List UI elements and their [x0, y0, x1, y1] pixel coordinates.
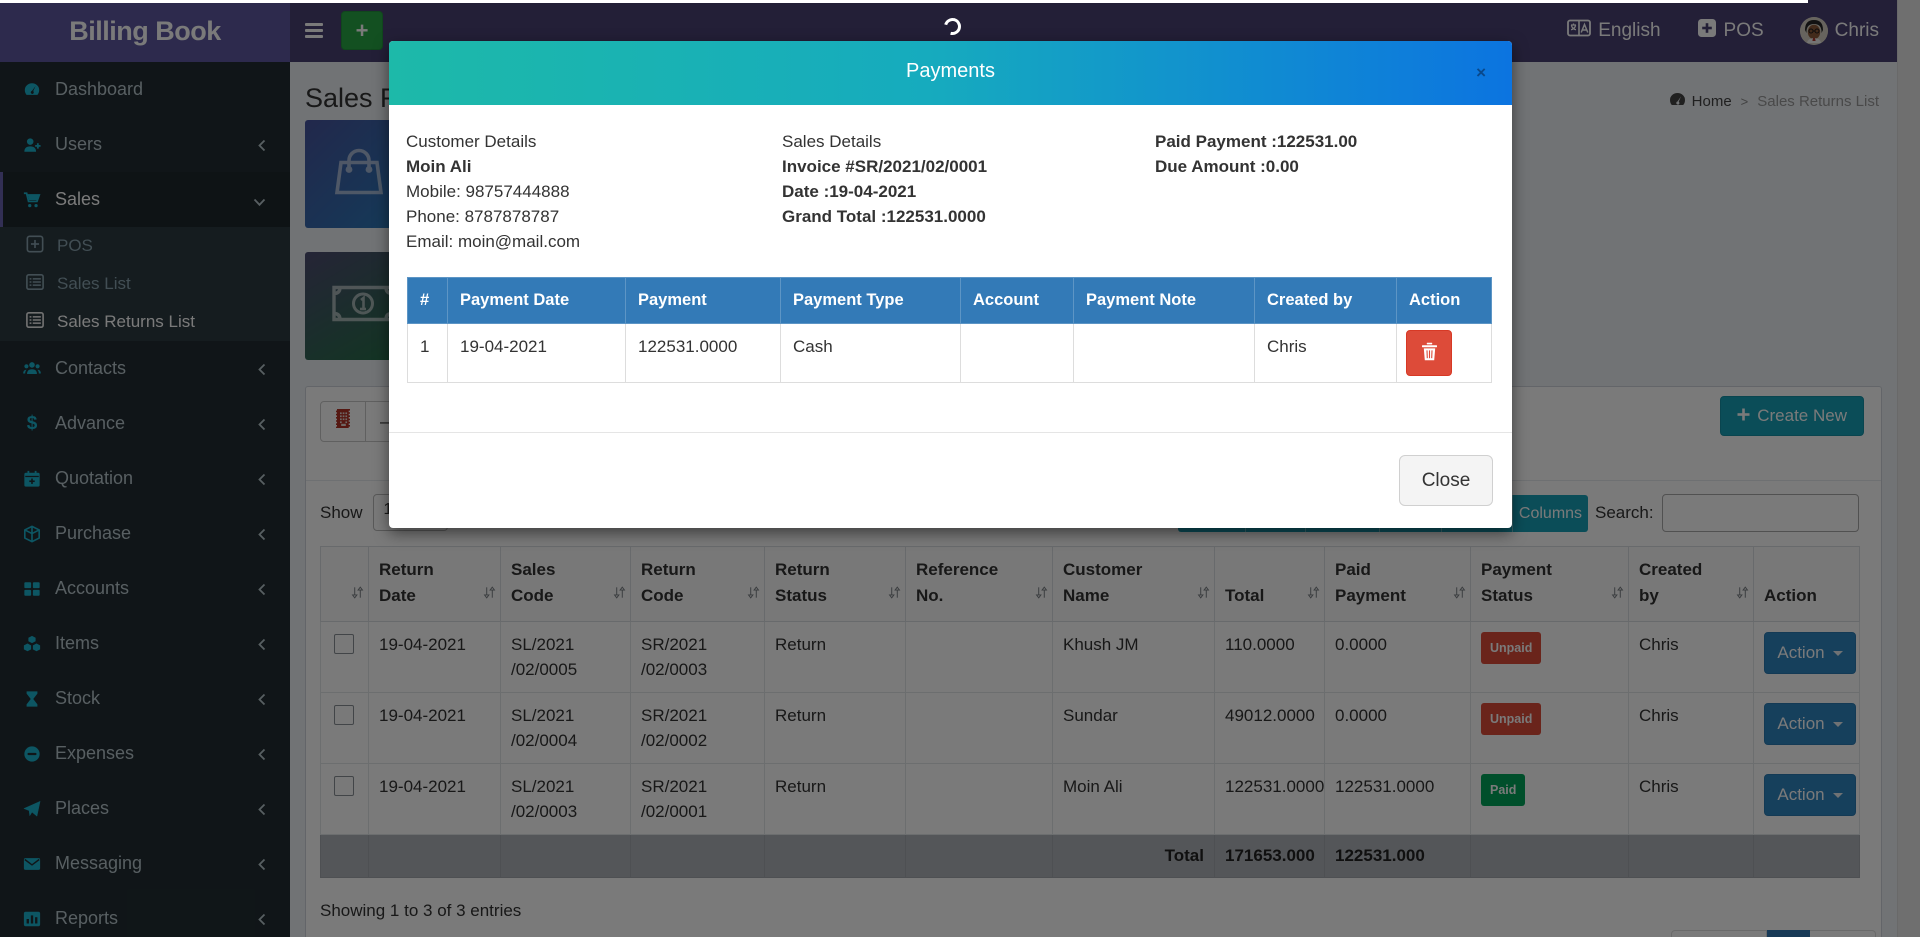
customer-details-heading: Customer Details: [406, 129, 580, 154]
modal-footer-divider: [389, 432, 1512, 433]
trash-icon: [1421, 342, 1438, 364]
payments-modal: Payments × Customer Details Moin Ali Mob…: [389, 41, 1512, 528]
payments-table: #Payment DatePaymentPayment TypeAccountP…: [407, 277, 1492, 383]
modal-title: Payments: [389, 60, 1512, 83]
loading-bar: [0, 0, 1808, 3]
payments-column--: #: [408, 278, 448, 324]
payments-column-payment-date: Payment Date: [448, 278, 626, 324]
payments-column-payment-note: Payment Note: [1074, 278, 1255, 324]
payment-cell: 1: [408, 324, 448, 383]
app-screen: Billing Book + English POS Chris Dashboa…: [0, 0, 1920, 937]
payment-row: 119-04-2021122531.0000Cash Chris: [408, 324, 1492, 383]
payment-summary: Paid Payment :122531.00 Due Amount :0.00: [1155, 129, 1357, 179]
customer-details: Customer Details Moin Ali Mobile: 987574…: [406, 129, 580, 254]
payments-column-payment-type: Payment Type: [781, 278, 961, 324]
payment-cell: Chris: [1255, 324, 1397, 383]
payment-cell: 122531.0000: [626, 324, 781, 383]
customer-name: Moin Ali: [406, 154, 580, 179]
sales-date: Date :19-04-2021: [782, 179, 987, 204]
payments-column-created-by: Created by: [1255, 278, 1397, 324]
sales-grand-total: Grand Total :122531.0000: [782, 204, 987, 229]
paid-payment: Paid Payment :122531.00: [1155, 129, 1357, 154]
payment-cell: [1397, 324, 1492, 383]
due-amount: Due Amount :0.00: [1155, 154, 1357, 179]
modal-header: Payments ×: [389, 41, 1512, 105]
sales-details: Sales Details Invoice #SR/2021/02/0001 D…: [782, 129, 987, 229]
payment-cell: 19-04-2021: [448, 324, 626, 383]
customer-email: Email: moin@mail.com: [406, 229, 580, 254]
customer-mobile: Mobile: 98757444888: [406, 179, 580, 204]
sales-details-heading: Sales Details: [782, 129, 987, 154]
payments-column-payment: Payment: [626, 278, 781, 324]
payment-cell: [1074, 324, 1255, 383]
payments-column-action: Action: [1397, 278, 1492, 324]
payment-cell: Cash: [781, 324, 961, 383]
delete-payment-button[interactable]: [1406, 330, 1452, 376]
close-icon[interactable]: ×: [1476, 64, 1486, 81]
payment-cell: [961, 324, 1074, 383]
sales-invoice: Invoice #SR/2021/02/0001: [782, 154, 987, 179]
customer-phone: Phone: 8787878787: [406, 204, 580, 229]
modal-close-button[interactable]: Close: [1399, 455, 1493, 506]
payments-column-account: Account: [961, 278, 1074, 324]
